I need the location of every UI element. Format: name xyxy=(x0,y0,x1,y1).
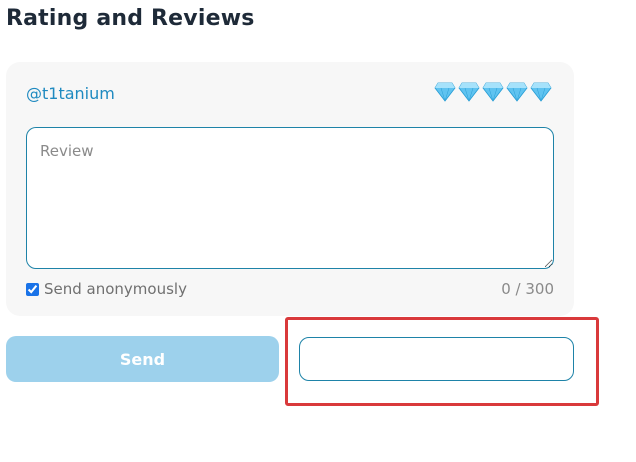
send-button[interactable]: Send xyxy=(6,336,279,382)
send-anonymously-option[interactable]: Send anonymously xyxy=(26,280,187,298)
ratings-page: Rating and Reviews @t1tanium Send anonym… xyxy=(0,0,636,462)
username-label: @t1tanium xyxy=(26,84,115,103)
send-anonymously-checkbox[interactable] xyxy=(26,282,39,296)
gem-rating xyxy=(434,82,552,102)
review-input[interactable] xyxy=(26,127,554,269)
secondary-button[interactable] xyxy=(299,337,574,381)
gem-icon[interactable] xyxy=(530,82,552,102)
character-count: 0 / 300 xyxy=(501,280,554,298)
page-title: Rating and Reviews xyxy=(6,6,255,31)
gem-icon[interactable] xyxy=(482,82,504,102)
gem-icon[interactable] xyxy=(434,82,456,102)
gem-icon[interactable] xyxy=(506,82,528,102)
gem-icon[interactable] xyxy=(458,82,480,102)
send-anonymously-label: Send anonymously xyxy=(44,280,187,298)
review-card: @t1tanium Send anonymously 0 / 300 xyxy=(6,62,574,316)
